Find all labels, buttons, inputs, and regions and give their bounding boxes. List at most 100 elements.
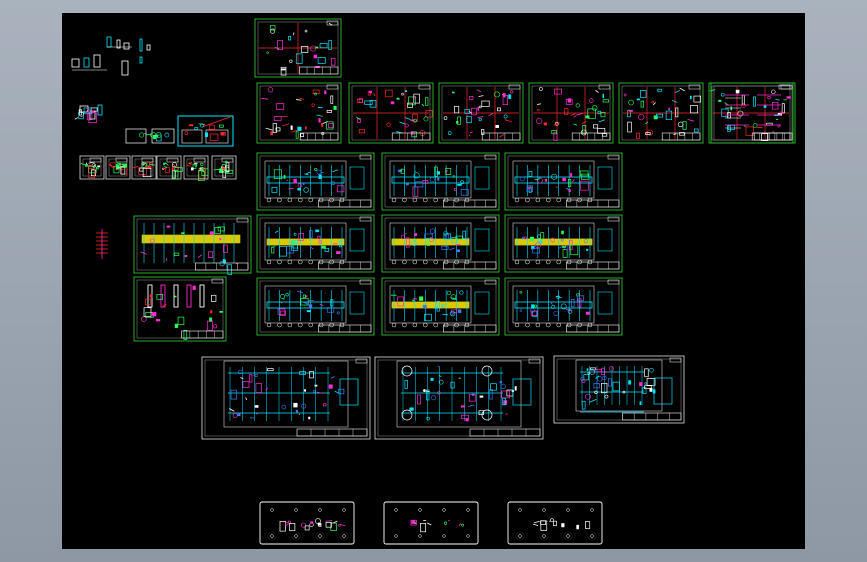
sheet-number-box xyxy=(669,357,682,363)
pile-circle xyxy=(401,409,413,421)
sheet-elevation-long[interactable] xyxy=(133,215,252,275)
plan-5[interactable] xyxy=(381,214,500,273)
plan-outline xyxy=(389,160,472,199)
part-outline xyxy=(123,42,130,50)
title-block xyxy=(181,330,224,339)
title-block xyxy=(443,199,497,208)
axis-bubble xyxy=(514,259,520,265)
sheet-inner-frame xyxy=(259,155,372,208)
sheet-a4[interactable] xyxy=(528,82,614,144)
bolt-hole xyxy=(466,534,470,538)
part-outline xyxy=(146,44,151,51)
mini-sheet-1[interactable] xyxy=(79,155,105,180)
title-block xyxy=(318,261,372,270)
sheet-inner-frame xyxy=(259,280,372,333)
axis-bubble xyxy=(298,197,303,203)
plan-6[interactable] xyxy=(504,214,623,273)
sheet-border xyxy=(133,215,252,274)
axis-bubble xyxy=(556,197,561,203)
beam-band xyxy=(141,234,241,244)
axis-bubble xyxy=(277,259,282,265)
sheet-number-box xyxy=(528,358,541,364)
plan-7[interactable] xyxy=(256,277,375,336)
sheet-number-box xyxy=(236,217,249,223)
plan-3[interactable] xyxy=(504,152,623,211)
bolt-hole xyxy=(318,508,322,512)
plan-2[interactable] xyxy=(381,152,500,211)
legend-box xyxy=(653,377,673,405)
plate-3[interactable] xyxy=(507,501,603,545)
beam-band xyxy=(266,238,345,246)
part-outline xyxy=(139,56,143,64)
axis-bubble xyxy=(433,197,438,203)
sheet-number-box xyxy=(778,84,791,90)
sheet-inner-frame xyxy=(204,359,368,437)
sheet-column-details[interactable] xyxy=(133,276,227,342)
sheet-inner-frame xyxy=(82,158,102,177)
bolt-hole xyxy=(542,534,546,538)
cad-model-space[interactable] xyxy=(62,13,805,549)
drawing-canvas[interactable] xyxy=(62,13,805,549)
column-detail xyxy=(199,284,205,308)
axis-bubble xyxy=(535,197,541,203)
sheet-top-detail[interactable] xyxy=(254,18,342,78)
part-outline xyxy=(83,57,90,68)
title-block xyxy=(318,199,372,208)
legend-box xyxy=(474,166,490,190)
axis-bubble xyxy=(556,259,561,265)
sheet-a1[interactable] xyxy=(256,82,342,144)
title-block xyxy=(299,66,339,75)
large-3[interactable] xyxy=(553,355,685,424)
small-detail-boxes[interactable] xyxy=(125,115,234,147)
sheet-a2[interactable] xyxy=(348,82,434,144)
plan-9[interactable] xyxy=(504,277,623,336)
loose-parts-cluster xyxy=(71,36,151,123)
sheet-number-box xyxy=(355,358,368,364)
sheet-number-box xyxy=(359,279,372,285)
bolt-hole xyxy=(418,534,422,538)
selected-detail-box xyxy=(177,115,234,147)
legend-box xyxy=(474,228,490,252)
mini-sheet-5[interactable] xyxy=(183,155,209,181)
axis-bubble xyxy=(391,197,397,203)
mini-sheet-2[interactable] xyxy=(105,155,131,180)
legend-box xyxy=(349,228,365,252)
plate-outline xyxy=(259,501,355,545)
bolt-hole xyxy=(342,534,346,538)
axis-bubble xyxy=(308,322,313,328)
axis-bubble xyxy=(514,197,520,203)
bolt-hole xyxy=(442,508,446,512)
plate-2[interactable] xyxy=(383,501,479,545)
title-block xyxy=(299,132,339,141)
legend-box xyxy=(597,166,613,190)
sheet-a6[interactable] xyxy=(708,82,794,144)
plan-8[interactable] xyxy=(381,277,500,336)
bolt-hole xyxy=(590,534,594,538)
mini-sheet-3[interactable] xyxy=(131,155,157,180)
axis-bubble xyxy=(287,259,293,265)
title-block xyxy=(443,261,497,270)
large-2[interactable] xyxy=(374,356,544,440)
large-1[interactable] xyxy=(201,356,371,440)
mini-sheet-4[interactable] xyxy=(156,155,183,180)
sheet-number-box xyxy=(359,216,372,222)
sheet-number-box xyxy=(326,20,339,26)
part-outline xyxy=(106,36,112,48)
plate-1[interactable] xyxy=(259,501,355,545)
axis-bubble xyxy=(525,259,530,265)
sheet-a5[interactable] xyxy=(618,82,704,144)
sheet-border xyxy=(504,152,623,211)
axis-bubble xyxy=(433,259,438,265)
sheet-border xyxy=(201,356,371,440)
sheet-number-box xyxy=(193,157,206,163)
sheet-border xyxy=(504,277,623,336)
plan-4[interactable] xyxy=(256,214,375,273)
axis-bubble xyxy=(535,259,541,265)
sheet-number-box xyxy=(484,216,497,222)
mini-sheet-6[interactable] xyxy=(211,155,237,180)
sheet-a3[interactable] xyxy=(438,82,524,144)
legend-box xyxy=(349,166,365,190)
sheet-number-box xyxy=(89,157,102,163)
plan-1[interactable] xyxy=(256,152,375,211)
axis-bubble xyxy=(391,322,397,328)
